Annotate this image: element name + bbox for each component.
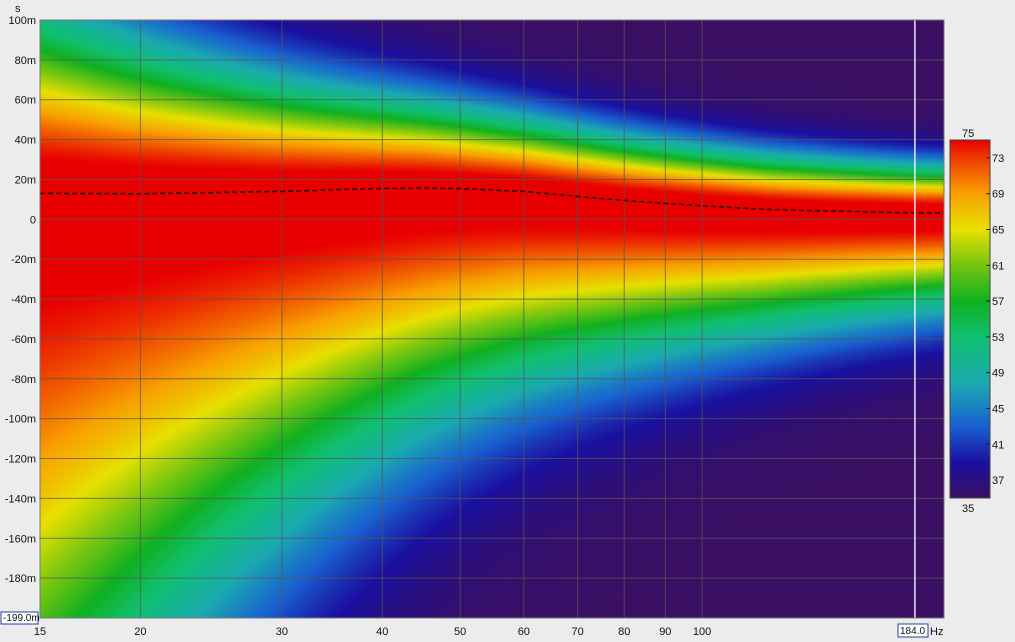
x-readout-text: 184.0 — [900, 626, 925, 637]
x-axis-unit: Hz — [930, 626, 943, 638]
colorbar-tick-label: 45 — [992, 404, 1004, 416]
colorbar-tick-label: 69 — [992, 189, 1004, 201]
colorbar-tick-label: 61 — [992, 260, 1004, 272]
x-axis-ticks: 15 20 30 40 50 60 70 80 90 100 — [34, 626, 711, 638]
y-tick-label: 0 — [30, 214, 36, 226]
x-tick-label: 60 — [518, 626, 530, 638]
y-tick-label: 80m — [15, 55, 36, 67]
colorbar-min-label: 35 — [962, 503, 974, 515]
x-tick-label: 100 — [693, 626, 711, 638]
colorbar-tick-label: 65 — [992, 225, 1004, 237]
x-tick-label: 15 — [34, 626, 46, 638]
y-readout-text: -199.0m — [3, 613, 40, 624]
y-tick-label: 60m — [15, 95, 36, 107]
y-tick-label: -120m — [5, 454, 36, 466]
colorbar-max-label: 75 — [962, 128, 974, 140]
y-tick-label: -80m — [11, 374, 36, 386]
colorbar-tick-label: 73 — [992, 153, 1004, 165]
y-axis-unit: s — [15, 3, 21, 15]
y-tick-label: -160m — [5, 533, 36, 545]
y-tick-label: -20m — [11, 254, 36, 266]
colorbar — [949, 139, 991, 499]
y-axis-ticks: 100m 80m 60m 40m 20m 0 -20m -40m -60m -80m -100m -1… — [5, 15, 36, 585]
x-tick-label: 80 — [618, 626, 630, 638]
y-tick-label: -60m — [11, 334, 36, 346]
y-tick-label: -140m — [5, 493, 36, 505]
heatmap-area — [40, 20, 944, 618]
colorbar-tick-label: 49 — [992, 368, 1004, 380]
x-tick-label: 90 — [659, 626, 671, 638]
y-tick-label: 40m — [15, 135, 36, 147]
x-tick-label: 70 — [571, 626, 583, 638]
colorbar-tick-label: 57 — [992, 296, 1004, 308]
colorbar-tick-label: 37 — [992, 475, 1004, 487]
x-tick-label: 30 — [276, 626, 288, 638]
x-cursor-readout: 184.0 — [897, 623, 929, 638]
y-tick-label: -100m — [5, 414, 36, 426]
x-tick-label: 50 — [454, 626, 466, 638]
y-cursor-readout: -199.0m — [0, 611, 40, 625]
x-tick-label: 40 — [376, 626, 388, 638]
y-tick-label: -180m — [5, 573, 36, 585]
x-tick-label: 20 — [134, 626, 146, 638]
y-tick-label: 100m — [8, 15, 36, 27]
y-tick-label: -40m — [11, 294, 36, 306]
colorbar-tick-label: 41 — [992, 439, 1004, 451]
y-tick-label: 20m — [15, 174, 36, 186]
spectrogram-chart[interactable]: 100m 80m 60m 40m 20m 0 -20m -40m -60m -80m -100m -1… — [0, 0, 1015, 642]
colorbar-tick-label: 53 — [992, 332, 1004, 344]
